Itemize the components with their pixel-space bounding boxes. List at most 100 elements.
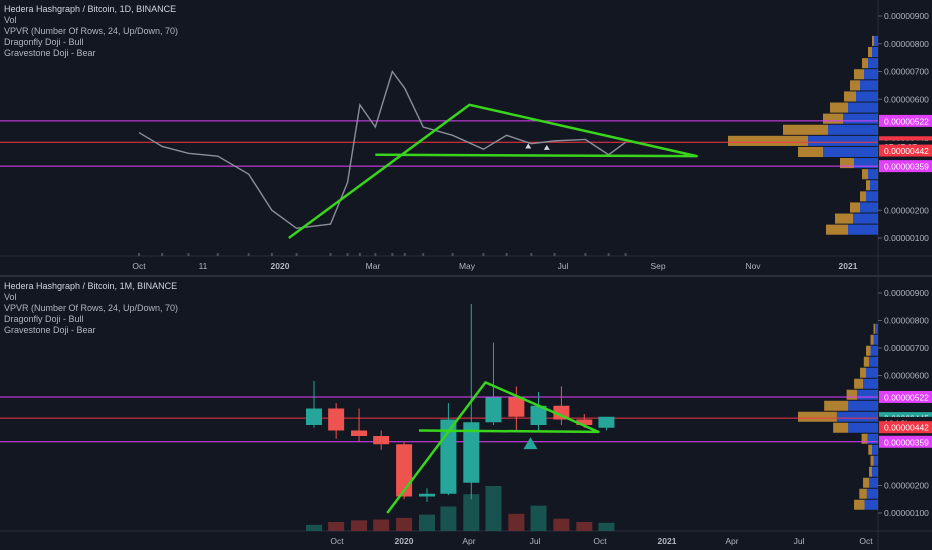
indicator-vpvr[interactable]: VPVR (Number Of Rows, 24, Up/Down, 70): [4, 303, 178, 314]
volume-profile-down-bar: [862, 58, 868, 69]
volume-profile-down-bar: [830, 102, 848, 113]
volume-profile-up-bar: [864, 69, 878, 80]
y-tick-label: 0.00000700: [884, 67, 929, 77]
x-tick-label: 2021: [839, 261, 858, 271]
volume-profile-down-bar: [860, 367, 867, 378]
y-tick-label: 0.00000600: [884, 371, 929, 381]
volume-bar: [508, 513, 525, 531]
volume-profile-down-bar: [860, 191, 866, 202]
volume-bar: [624, 253, 627, 256]
candle-body: [598, 416, 615, 428]
indicator-dragonfly[interactable]: Dragonfly Doji - Bull: [4, 314, 178, 325]
volume-profile-down-bar: [798, 411, 837, 422]
y-tick-label: 0.00000100: [884, 508, 929, 518]
volume-bar: [328, 522, 345, 531]
volume-profile-up-bar: [836, 411, 878, 422]
price-label-text: 0.00000359: [884, 162, 929, 172]
volume-profile-up-bar: [868, 58, 878, 69]
volume-bar: [138, 253, 140, 256]
candle-body: [306, 408, 322, 425]
volume-bar: [482, 253, 485, 256]
volume-bar: [374, 253, 377, 256]
candle-body: [351, 430, 368, 436]
volume-profile-up-bar: [848, 400, 878, 411]
volume-profile-up-bar: [873, 334, 878, 345]
x-tick-label: Jul: [794, 536, 805, 546]
volume-profile-down-bar: [823, 113, 843, 124]
volume-profile-up-bar: [848, 224, 878, 235]
x-tick-label: 11: [199, 261, 208, 271]
x-tick-label: Apr: [725, 536, 738, 546]
x-tick-label: Jul: [558, 261, 569, 271]
volume-bar: [485, 486, 502, 531]
volume-bar: [358, 253, 361, 256]
y-tick-label: 0.00000900: [884, 11, 929, 21]
volume-profile-down-bar: [854, 499, 865, 510]
volume-profile-down-bar: [869, 466, 873, 477]
x-tick-label: Oct: [593, 536, 607, 546]
volume-profile-up-bar: [872, 466, 878, 477]
candle-body: [418, 493, 435, 497]
volume-profile-up-bar: [856, 91, 878, 102]
x-tick-label: 2020: [395, 536, 414, 546]
volume-bar: [216, 253, 219, 256]
volume-profile-down-bar: [866, 345, 871, 356]
chart-pane-monthly[interactable]: 0.00000900 0.00000800 0.00000700 0.00000600…: [0, 277, 932, 550]
y-tick-label: 0.00000200: [884, 205, 929, 215]
volume-bar: [161, 253, 164, 256]
candle-body: [328, 408, 345, 431]
volume-profile-up-bar: [863, 378, 878, 389]
indicator-gravestone[interactable]: Gravestone Doji - Bear: [4, 325, 178, 336]
volume-profile-up-bar: [872, 47, 878, 58]
volume-profile-down-bar: [798, 146, 823, 158]
volume-profile-up-bar: [860, 202, 878, 213]
volume-profile-down-bar: [844, 91, 856, 102]
y-tick-label: 0.00000600: [884, 94, 929, 104]
volume-bar: [505, 253, 508, 256]
volume-bar: [598, 522, 615, 531]
volume-profile-up-bar: [866, 367, 878, 378]
volume-bar: [451, 253, 454, 256]
indicator-vpvr[interactable]: VPVR (Number Of Rows, 24, Up/Down, 70): [4, 26, 178, 37]
y-tick-label: 0.00000200: [884, 481, 929, 491]
volume-profile-up-bar: [853, 213, 878, 224]
volume-profile-up-bar: [874, 35, 878, 47]
chart-pane-daily[interactable]: 0.00000900 0.00000800 0.00000700 0.00000600…: [0, 0, 932, 275]
volume-bar: [607, 253, 610, 256]
volume-profile-down-bar: [862, 169, 868, 180]
volume-bar: [346, 253, 349, 256]
x-tick-label: 2020: [271, 261, 290, 271]
volume-bar: [530, 253, 533, 256]
volume-profile-up-bar: [870, 180, 878, 191]
volume-bar: [270, 253, 273, 256]
indicator-dragonfly[interactable]: Dragonfly Doji - Bull: [4, 37, 178, 48]
volume-profile-down-bar: [854, 69, 864, 80]
legend-monthly: Hedera Hashgraph / Bitcoin, 1M, BINANCE …: [4, 281, 178, 336]
volume-profile-down-bar: [872, 35, 874, 47]
volume-profile-up-bar: [848, 422, 878, 433]
x-tick-label: Jul: [530, 536, 541, 546]
volume-bar: [584, 253, 587, 256]
volume-profile-down-bar: [824, 400, 849, 411]
candle-body: [485, 397, 502, 423]
indicator-gravestone[interactable]: Gravestone Doji - Bear: [4, 48, 178, 59]
volume-profile-up-bar: [872, 444, 878, 455]
volume-bar: [553, 253, 556, 256]
volume-bar: [463, 494, 480, 531]
indicator-vol[interactable]: Vol: [4, 292, 178, 303]
volume-profile-down-bar: [873, 323, 876, 334]
x-tick-label: Oct: [330, 536, 344, 546]
indicator-vol[interactable]: Vol: [4, 15, 178, 26]
volume-profile-down-bar: [859, 488, 867, 499]
x-tick-label: Oct: [132, 261, 146, 271]
volume-profile-down-bar: [783, 124, 828, 135]
volume-profile-down-bar: [850, 80, 860, 91]
volume-bar: [329, 253, 332, 256]
volume-bar: [391, 253, 394, 256]
y-tick-label: 0.00000900: [884, 288, 929, 298]
volume-bar: [403, 253, 406, 256]
volume-bar: [418, 514, 435, 531]
price-label-text: 0.00000522: [884, 116, 929, 126]
price-label-text: 0.00000522: [884, 392, 929, 402]
volume-bar: [306, 524, 322, 531]
